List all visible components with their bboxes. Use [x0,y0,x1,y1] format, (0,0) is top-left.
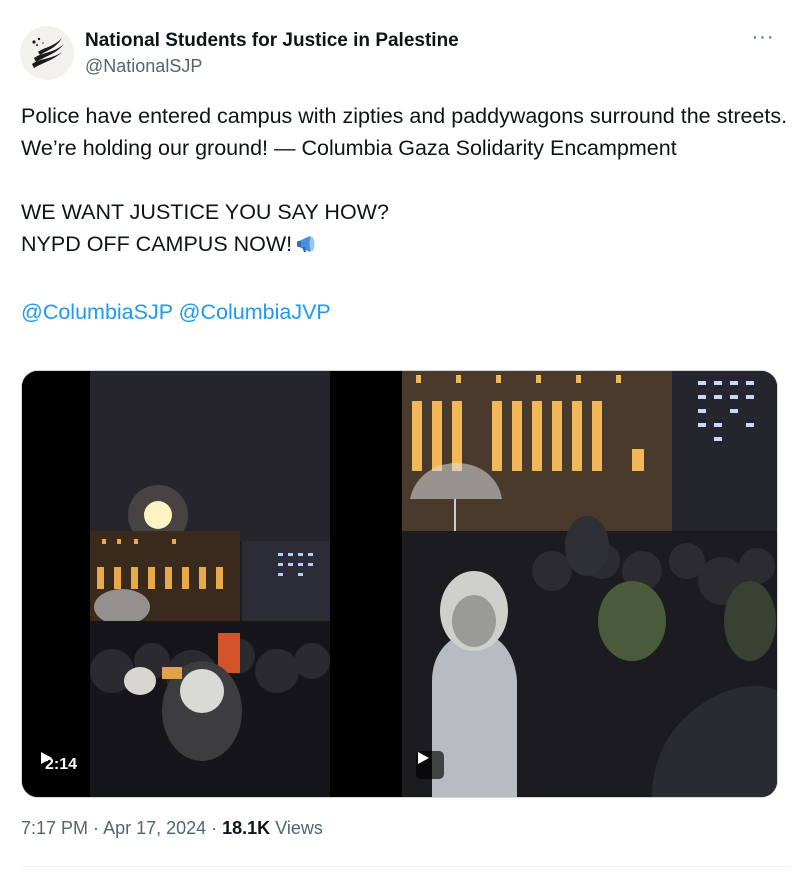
tweet-line-1: Police have entered campus with zipties … [21,104,788,160]
video-2-play-badge [416,751,444,779]
megaphone-icon [296,232,322,264]
video-2[interactable] [402,371,777,797]
tweet-text: Police have entered campus with zipties … [21,100,791,328]
author-name[interactable]: National Students for Justice in Palesti… [85,30,459,52]
video-1-duration-badge: 2:14 [39,751,86,779]
more-options-button[interactable]: ··· [748,27,778,50]
video-1-thumbnail [22,371,398,797]
play-icon [41,752,52,764]
video-2-thumbnail [402,371,777,797]
tweet-time-link[interactable]: 7:17 PM [21,818,88,838]
mention-columbiasjp-link[interactable]: @ColumbiaSJP [21,300,173,324]
tweet-meta: 7:17 PM · Apr 17, 2024 · 18.1K Views [21,818,323,839]
tweet-date-link[interactable]: Apr 17, 2024 [103,818,206,838]
tweet-line-2: WE WANT JUSTICE YOU SAY HOW? [21,200,389,224]
media-grid: 2:14 [21,370,778,798]
avatar[interactable] [20,26,74,80]
tweet-line-3: NYPD OFF CAMPUS NOW! [21,228,791,264]
play-icon [418,752,429,764]
author-handle[interactable]: @NationalSJP [85,56,202,77]
video-1[interactable]: 2:14 [22,371,398,797]
views-count[interactable]: 18.1K [222,818,270,838]
meta-separator: · [206,818,223,838]
divider [21,866,791,867]
tweet-card: National Students for Justice in Palesti… [0,0,808,872]
views-label: Views [270,818,323,838]
nsjp-logo-icon [32,37,64,68]
mentions-line: @ColumbiaSJP @ColumbiaJVP [21,296,791,328]
meta-separator: · [88,818,104,838]
mention-columbiajvp-link[interactable]: @ColumbiaJVP [179,300,331,324]
tweet-line-3-text: NYPD OFF CAMPUS NOW! [21,232,293,256]
